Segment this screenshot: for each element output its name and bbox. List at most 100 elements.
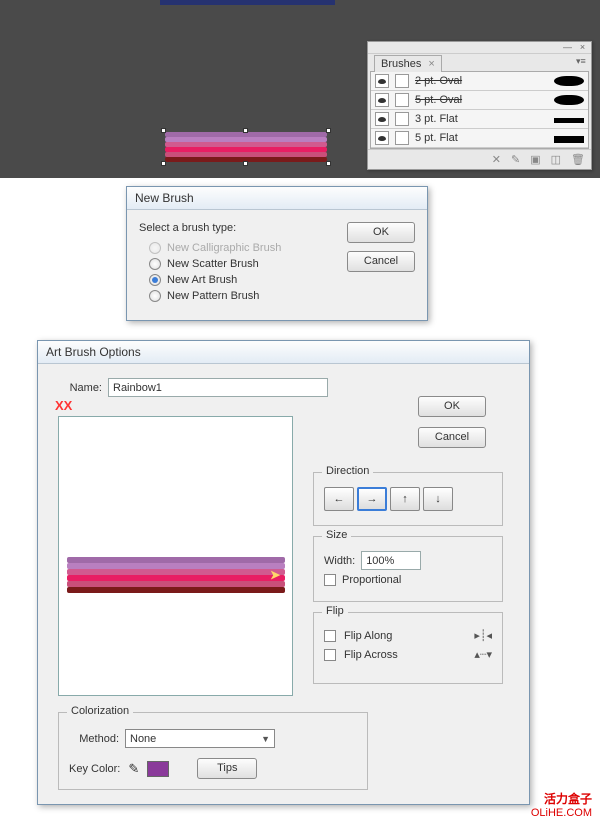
flip-along-icon: ▸┊◂	[474, 629, 492, 642]
brush-row[interactable]: 2 pt. Oval	[371, 72, 588, 91]
radio-pattern[interactable]: New Pattern Brush	[149, 290, 337, 302]
visibility-icon[interactable]	[375, 74, 389, 88]
radio-label: New Calligraphic Brush	[167, 242, 281, 254]
close-tab-icon[interactable]: ×	[428, 58, 434, 70]
radio-label: New Pattern Brush	[167, 290, 259, 302]
direction-arrow-icon: ➤	[269, 567, 281, 584]
brush-name: 2 pt. Oval	[415, 75, 548, 87]
direction-left-button[interactable]: ←	[324, 487, 354, 511]
new-library-icon[interactable]: ✎	[511, 153, 520, 166]
method-select[interactable]: None ▼	[125, 729, 275, 748]
radio-label: New Art Brush	[167, 274, 237, 286]
selection-handle[interactable]	[243, 128, 248, 133]
preview-stroke: ➤	[67, 557, 285, 593]
brush-preview-box: ➤	[58, 416, 293, 696]
dialog-title: Art Brush Options	[38, 341, 529, 364]
radio-label: New Scatter Brush	[167, 258, 259, 270]
panel-tab-brushes[interactable]: Brushes ×	[374, 55, 442, 72]
direction-right-button[interactable]: →	[357, 487, 387, 511]
trash-icon[interactable]: 🗑	[571, 153, 585, 166]
brush-name: 5 pt. Flat	[415, 132, 548, 144]
chevron-down-icon: ▼	[261, 734, 270, 744]
brush-list: 2 pt. Oval 5 pt. Oval 3 pt. Flat 5 pt. F…	[370, 71, 589, 149]
radio-art[interactable]: New Art Brush	[149, 274, 337, 286]
selection-handle[interactable]	[243, 161, 248, 166]
brush-thumb	[395, 74, 409, 88]
flip-across-icon: ▴┈▾	[474, 648, 492, 661]
direction-up-button[interactable]: ↑	[390, 487, 420, 511]
key-color-swatch[interactable]	[147, 761, 169, 777]
radio-icon[interactable]	[149, 290, 161, 302]
eyedropper-icon[interactable]: ✎	[128, 761, 139, 777]
new-brush-icon[interactable]: ▣	[530, 153, 540, 166]
minimize-icon[interactable]: —	[563, 43, 572, 52]
visibility-icon[interactable]	[375, 112, 389, 126]
group-title: Size	[322, 529, 351, 541]
selected-artwork[interactable]	[165, 132, 327, 162]
name-input[interactable]	[108, 378, 328, 397]
radio-calligraphic: New Calligraphic Brush	[149, 242, 337, 254]
panel-tab-row: Brushes × ▾≡	[368, 54, 591, 71]
ok-button[interactable]: OK	[347, 222, 415, 243]
brush-preview	[554, 118, 584, 123]
brush-row[interactable]: 5 pt. Flat	[371, 129, 588, 148]
radio-scatter[interactable]: New Scatter Brush	[149, 258, 337, 270]
radio-icon	[149, 242, 161, 254]
method-label: Method:	[69, 733, 119, 745]
proportional-checkbox[interactable]	[324, 574, 336, 586]
brush-name: 5 pt. Oval	[415, 94, 548, 106]
colorization-group: Colorization Method: None ▼ Key Color: ✎…	[58, 712, 368, 790]
brush-thumb	[395, 93, 409, 107]
watermark-cn: 活力盒子	[531, 790, 592, 807]
radio-icon[interactable]	[149, 274, 161, 286]
prompt-label: Select a brush type:	[139, 222, 337, 234]
options-icon[interactable]: ◫	[551, 153, 561, 166]
close-icon[interactable]: ×	[578, 43, 587, 52]
brushes-panel: — × Brushes × ▾≡ 2 pt. Oval 5 pt. Oval 3…	[367, 41, 592, 170]
selection-handle[interactable]	[326, 128, 331, 133]
ok-button[interactable]: OK	[418, 396, 486, 417]
brush-thumb	[395, 131, 409, 145]
tips-button[interactable]: Tips	[197, 758, 257, 779]
brush-row[interactable]: 5 pt. Oval	[371, 91, 588, 110]
visibility-icon[interactable]	[375, 93, 389, 107]
art-brush-options-dialog: Art Brush Options Name: OK Cancel ➤ Dire…	[37, 340, 530, 805]
key-color-label: Key Color:	[69, 763, 120, 775]
width-input[interactable]	[361, 551, 421, 570]
method-value: None	[130, 733, 156, 745]
brush-preview	[554, 95, 584, 105]
cancel-button[interactable]: Cancel	[418, 427, 486, 448]
brush-row[interactable]: 3 pt. Flat	[371, 110, 588, 129]
panel-controls: — ×	[368, 42, 591, 54]
watermark-en: OLiHE.COM	[531, 807, 592, 819]
radio-icon[interactable]	[149, 258, 161, 270]
selection-handle[interactable]	[161, 161, 166, 166]
flip-along-checkbox[interactable]	[324, 630, 336, 642]
direction-down-button[interactable]: ↓	[423, 487, 453, 511]
watermark: 活力盒子 OLiHE.COM	[531, 790, 592, 819]
stroke-stripes	[165, 132, 327, 162]
annotation-xx: XX	[55, 398, 72, 413]
brush-thumb	[395, 112, 409, 126]
name-label: Name:	[52, 382, 102, 394]
proportional-label: Proportional	[342, 574, 401, 586]
brush-name: 3 pt. Flat	[415, 113, 548, 125]
flip-across-checkbox[interactable]	[324, 649, 336, 661]
selection-handle[interactable]	[161, 128, 166, 133]
group-title: Colorization	[67, 705, 133, 717]
width-label: Width:	[324, 555, 355, 567]
panel-menu-icon[interactable]: ▾≡	[576, 57, 585, 66]
flip-along-label: Flip Along	[344, 630, 392, 642]
dialog-title: New Brush	[127, 187, 427, 210]
flip-group: Flip Flip Along ▸┊◂ Flip Across ▴┈▾	[313, 612, 503, 684]
group-title: Flip	[322, 605, 348, 617]
group-title: Direction	[322, 465, 373, 477]
cancel-button[interactable]: Cancel	[347, 251, 415, 272]
direction-group: Direction ← → ↑ ↓	[313, 472, 503, 526]
visibility-icon[interactable]	[375, 131, 389, 145]
selection-handle[interactable]	[326, 161, 331, 166]
brush-preview	[554, 136, 584, 143]
size-group: Size Width: Proportional	[313, 536, 503, 602]
panel-footer: ✕ ✎ ▣ ◫ 🗑	[368, 149, 591, 169]
remove-link-icon[interactable]: ✕	[492, 153, 501, 166]
